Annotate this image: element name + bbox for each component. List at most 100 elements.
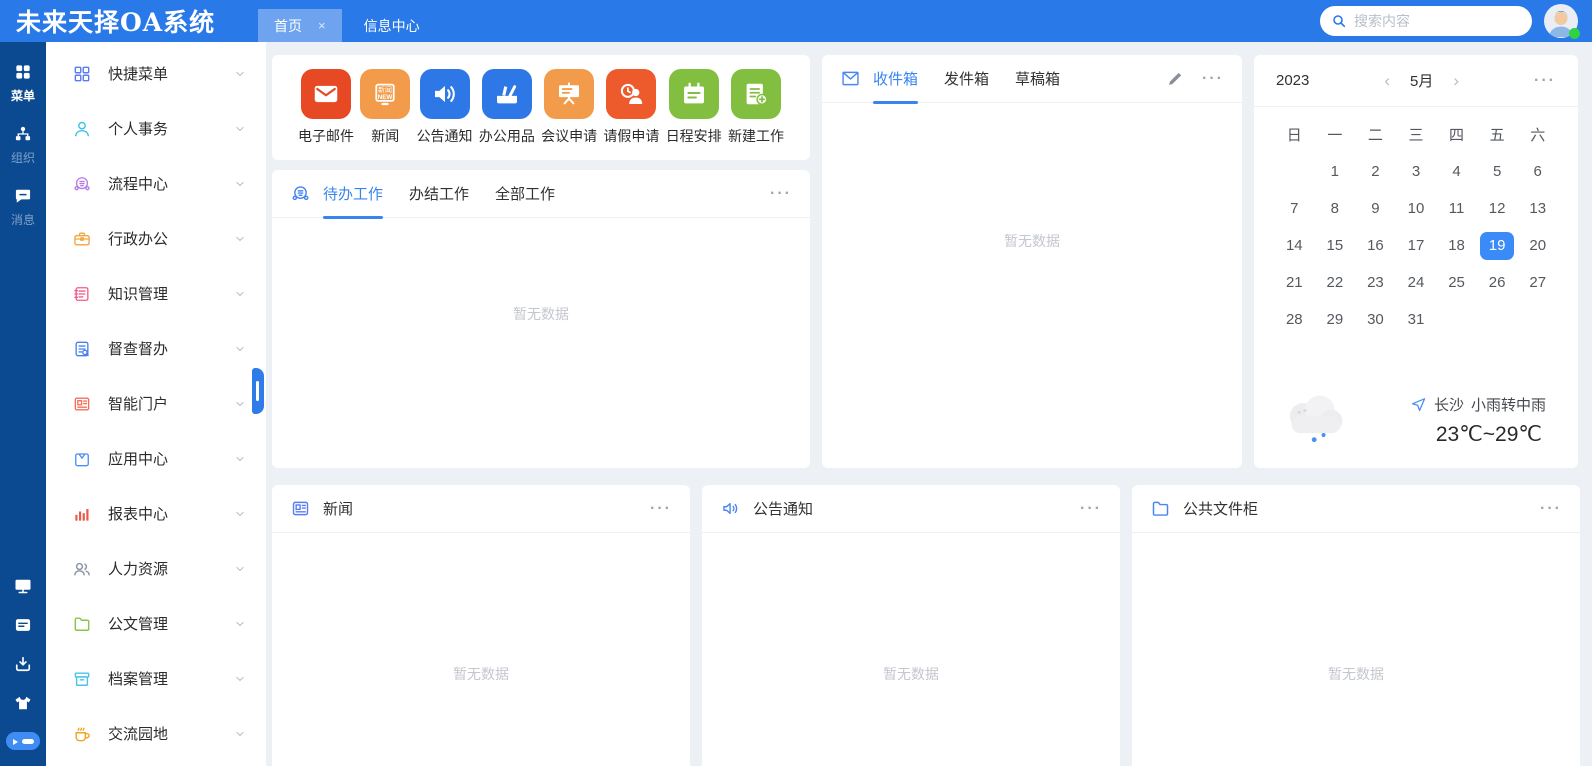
calendar-day[interactable]: 25: [1436, 264, 1477, 301]
calendar-day[interactable]: 12: [1477, 190, 1518, 227]
calendar-day[interactable]: 18: [1436, 227, 1477, 264]
notice-card-header: 公告通知 ···: [702, 485, 1120, 533]
tab-inbox[interactable]: 收件箱: [873, 55, 918, 103]
calendar-day[interactable]: 23: [1355, 264, 1396, 301]
sidebar-item-official-docs[interactable]: 公文管理: [46, 596, 266, 651]
calendar-day[interactable]: 14: [1274, 227, 1315, 264]
calendar-day[interactable]: 5: [1477, 153, 1518, 190]
compose-pencil-icon[interactable]: [1167, 70, 1184, 87]
sidebar-item-knowledge-mgmt[interactable]: 知识管理: [46, 266, 266, 321]
tab-all-work[interactable]: 全部工作: [495, 170, 555, 218]
tab-pending-work[interactable]: 待办工作: [323, 170, 383, 218]
calendar-day[interactable]: 21: [1274, 264, 1315, 301]
app-title: 未来天择OA系统: [0, 0, 258, 42]
sidebar-item-label: 人力资源: [108, 558, 168, 579]
workflow-icon: [290, 183, 311, 204]
chevron-down-icon: [234, 618, 246, 630]
tab-outbox[interactable]: 发件箱: [944, 55, 989, 103]
notice-empty-state: 暂无数据: [702, 533, 1120, 766]
sidebar-item-exchange-forum[interactable]: 交流园地: [46, 706, 266, 761]
tab-home-close-icon[interactable]: ×: [318, 18, 326, 33]
quick-item-office-supplies[interactable]: 办公用品: [479, 69, 535, 146]
shopping-bag-icon: [72, 449, 92, 469]
calendar-day[interactable]: 2: [1355, 153, 1396, 190]
calendar-day[interactable]: 17: [1396, 227, 1437, 264]
tab-home[interactable]: 首页 ×: [258, 9, 342, 42]
quick-item-new-task[interactable]: 新建工作: [728, 69, 784, 146]
calendar-day[interactable]: 22: [1315, 264, 1356, 301]
rail-item-org[interactable]: 组织: [11, 124, 35, 166]
rail-item-messages[interactable]: 消息: [11, 186, 35, 228]
sidebar-collapse-handle[interactable]: [252, 368, 264, 414]
rail-item-menu[interactable]: 菜单: [11, 62, 35, 104]
calendar-card: 2023 ‹ 5月 › ··· 日 一 二 三 四 五 六 1 2 3 4 5 …: [1254, 55, 1578, 468]
calendar-day[interactable]: 13: [1517, 190, 1558, 227]
quick-item-email[interactable]: 电子邮件: [298, 69, 354, 146]
sidebar-item-admin-office[interactable]: 行政办公: [46, 211, 266, 266]
tab-drafts[interactable]: 草稿箱: [1015, 55, 1060, 103]
more-options-icon[interactable]: ···: [770, 186, 792, 202]
search-box[interactable]: [1320, 6, 1532, 36]
sidebar-item-report-center[interactable]: 报表中心: [46, 486, 266, 541]
sidebar-item-archives[interactable]: 档案管理: [46, 651, 266, 706]
public-files-empty-state: 暂无数据: [1132, 533, 1580, 766]
calendar-day-selected[interactable]: 19: [1480, 232, 1514, 260]
workflow-icon: [72, 174, 92, 194]
calendar-day[interactable]: 26: [1477, 264, 1518, 301]
more-options-icon[interactable]: ···: [1080, 501, 1102, 517]
tab-finished-work[interactable]: 办结工作: [409, 170, 469, 218]
calendar-day[interactable]: 30: [1355, 301, 1396, 338]
sidebar-item-quick-menu[interactable]: 快捷菜单: [46, 46, 266, 101]
calendar-day[interactable]: 7: [1274, 190, 1315, 227]
calendar-day[interactable]: 6: [1517, 153, 1558, 190]
grid-menu-icon: [13, 62, 33, 82]
download-icon[interactable]: [13, 654, 33, 674]
sidebar-item-personal-affairs[interactable]: 个人事务: [46, 101, 266, 156]
sidebar-item-label: 报表中心: [108, 503, 168, 524]
calendar-day[interactable]: 10: [1396, 190, 1437, 227]
sidebar-item-supervision[interactable]: 督查督办: [46, 321, 266, 376]
quick-item-news[interactable]: 新闻NEW 新闻: [360, 69, 410, 146]
tab-info-center[interactable]: 信息中心: [342, 9, 442, 42]
calendar-day[interactable]: 9: [1355, 190, 1396, 227]
quick-item-meeting-request[interactable]: 会议申请: [541, 69, 597, 146]
todo-tabs: 待办工作 办结工作 全部工作: [323, 170, 555, 218]
notes-card-icon[interactable]: [13, 615, 33, 635]
sidebar-item-hr[interactable]: 人力资源: [46, 541, 266, 596]
prev-month-icon[interactable]: ‹: [1384, 72, 1390, 89]
calendar-day[interactable]: 15: [1315, 227, 1356, 264]
monitor-icon[interactable]: [13, 576, 33, 596]
calendar-day[interactable]: 1: [1315, 153, 1356, 190]
page-tabstrip: 首页 × 信息中心: [258, 0, 442, 42]
rail-item-label: 消息: [11, 211, 35, 228]
news-card: 新闻 ··· 暂无数据: [272, 485, 690, 766]
calendar-day[interactable]: 29: [1315, 301, 1356, 338]
more-options-icon[interactable]: ···: [1202, 71, 1224, 87]
more-options-icon[interactable]: ···: [1534, 73, 1556, 89]
calendar-day[interactable]: 4: [1436, 153, 1477, 190]
theme-shirt-icon[interactable]: [13, 693, 33, 713]
sidebar-item-smart-portal[interactable]: 智能门户: [46, 376, 266, 431]
sidebar-item-app-center[interactable]: 应用中心: [46, 431, 266, 486]
next-month-icon[interactable]: ›: [1453, 72, 1459, 89]
rail-collapse-toggle[interactable]: [6, 732, 40, 750]
avatar[interactable]: [1544, 4, 1578, 38]
search-input[interactable]: [1354, 13, 1521, 29]
quick-item-leave-request[interactable]: 请假申请: [603, 69, 659, 146]
calendar-day[interactable]: 20: [1517, 227, 1558, 264]
chevron-down-icon: [234, 508, 246, 520]
more-options-icon[interactable]: ···: [650, 501, 672, 517]
calendar-day[interactable]: 31: [1396, 301, 1437, 338]
calendar-day[interactable]: 27: [1517, 264, 1558, 301]
calendar-day[interactable]: 24: [1396, 264, 1437, 301]
calendar-day[interactable]: 28: [1274, 301, 1315, 338]
more-options-icon[interactable]: ···: [1540, 501, 1562, 517]
quick-item-announcements[interactable]: 公告通知: [417, 69, 473, 146]
quick-item-schedule[interactable]: 日程安排: [666, 69, 722, 146]
calendar-day[interactable]: 16: [1355, 227, 1396, 264]
calendar-day[interactable]: 11: [1436, 190, 1477, 227]
main-content: 电子邮件 新闻NEW 新闻 公告通知 办公用品 会议申请: [266, 42, 1592, 766]
calendar-day[interactable]: 3: [1396, 153, 1437, 190]
sidebar-item-workflow-center[interactable]: 流程中心: [46, 156, 266, 211]
calendar-day[interactable]: 8: [1315, 190, 1356, 227]
